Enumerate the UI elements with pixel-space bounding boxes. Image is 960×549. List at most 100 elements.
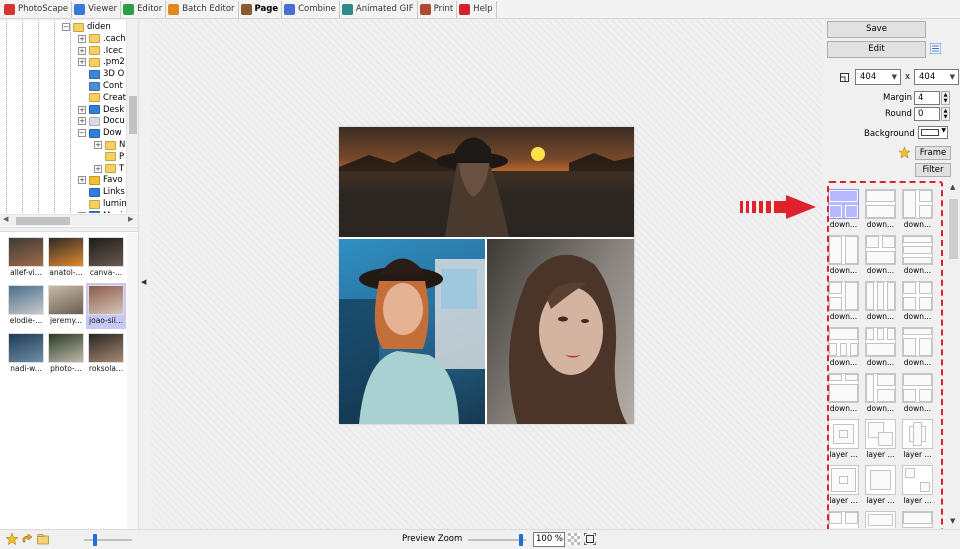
edit-button[interactable]: Edit: [827, 41, 926, 58]
tree-item-label: 3D O: [103, 69, 125, 80]
expand-icon[interactable]: +: [78, 46, 86, 55]
scrollbar-thumb[interactable]: [129, 96, 137, 134]
photo-thumbnail[interactable]: anatol-...: [46, 235, 86, 281]
frame-button[interactable]: Frame: [915, 146, 951, 160]
page-height-value: 404: [919, 72, 936, 82]
scroll-left-arrow-icon[interactable]: ◀: [3, 215, 8, 223]
tree-guide-line: [38, 20, 39, 213]
list-view-icon[interactable]: [930, 43, 941, 54]
tree-item[interactable]: + Music: [78, 210, 127, 213]
thumbnail-scrollbar[interactable]: [127, 233, 138, 529]
documents-icon: [89, 116, 100, 126]
tree-item[interactable]: + Favo: [78, 174, 123, 186]
tree-item[interactable]: Creat: [78, 92, 126, 104]
tab-animated-gif[interactable]: Animated GIF: [340, 0, 418, 18]
folder-tree[interactable]: − diden + .cach + .Icec + .pm2 3D O Cont Creat + Des…: [0, 20, 138, 213]
photo-slot-bottom-right[interactable]: [487, 239, 634, 424]
photo-thumbnail[interactable]: allef-vi...: [6, 235, 46, 281]
save-button[interactable]: Save: [827, 21, 926, 38]
filter-button[interactable]: Filter: [915, 163, 951, 177]
tree-vertical-scrollbar[interactable]: [126, 20, 138, 213]
page-height-select[interactable]: 404 ▼: [914, 69, 959, 85]
margin-stepper[interactable]: ▲ ▼: [941, 91, 950, 105]
tree-item[interactable]: Cont: [78, 80, 123, 92]
photo-thumbnail[interactable]: jeremy...: [46, 283, 86, 329]
folder-icon: [89, 199, 100, 209]
tree-item[interactable]: + .Icec: [78, 45, 123, 57]
collapse-icon[interactable]: −: [62, 23, 70, 31]
checker-grid-icon[interactable]: [568, 533, 580, 545]
panel-splitter[interactable]: ◀: [138, 20, 150, 529]
tab-viewer[interactable]: Viewer: [72, 0, 122, 18]
tree-item[interactable]: + .cach: [78, 33, 126, 45]
collapse-arrow-icon[interactable]: ◀: [141, 278, 146, 286]
rotate-icon[interactable]: [21, 533, 33, 545]
tree-item-label: diden: [87, 22, 111, 32]
round-stepper[interactable]: ▲ ▼: [941, 107, 950, 121]
tab-page[interactable]: Page: [239, 0, 283, 18]
margin-input[interactable]: 4: [914, 91, 940, 105]
expand-icon[interactable]: +: [78, 58, 86, 67]
tab-label: Help: [473, 4, 493, 14]
photo-thumbnail[interactable]: canva-...: [86, 235, 126, 281]
tree-item[interactable]: lumin: [78, 198, 127, 210]
tree-item[interactable]: + N: [94, 139, 125, 151]
scroll-right-arrow-icon[interactable]: ▶: [128, 215, 133, 223]
photo-slot-top[interactable]: [339, 127, 634, 237]
scrollbar-thumb[interactable]: [949, 199, 958, 259]
tree-item[interactable]: Links: [78, 186, 125, 198]
photo-thumbnail[interactable]: nadi-w...: [6, 331, 46, 377]
preview-zoom-slider[interactable]: [468, 534, 526, 546]
photo-thumbnail[interactable]: photo-...: [46, 331, 86, 377]
page-width-select[interactable]: 404 ▼: [855, 69, 901, 85]
photo-thumbnail[interactable]: roksola...: [86, 331, 126, 377]
tab-help[interactable]: Help: [457, 0, 497, 18]
slider-knob[interactable]: [92, 534, 97, 546]
photo-thumbnail[interactable]: elodie-...: [6, 283, 46, 329]
expand-icon[interactable]: +: [94, 164, 102, 173]
tree-item[interactable]: 3D O: [78, 68, 124, 80]
tree-item[interactable]: + .pm2: [78, 56, 125, 68]
tree-item[interactable]: − diden: [62, 21, 111, 33]
slider-knob[interactable]: [519, 534, 524, 546]
tree-item-label: Desk: [103, 104, 125, 115]
favorite-star-icon[interactable]: [6, 533, 18, 545]
tree-item[interactable]: + Desk: [78, 104, 124, 116]
tree-horizontal-scrollbar[interactable]: ◀ ▶: [0, 214, 138, 226]
tree-item-label: .Icec: [103, 45, 123, 56]
collapse-icon[interactable]: −: [78, 129, 86, 138]
expand-icon[interactable]: +: [78, 105, 86, 114]
round-input[interactable]: 0: [914, 107, 940, 121]
tab-batch-editor[interactable]: Batch Editor: [166, 0, 239, 18]
tab-editor[interactable]: Editor: [121, 0, 167, 18]
scrollbar-thumb[interactable]: [16, 217, 70, 225]
folder-open-icon[interactable]: [37, 533, 49, 545]
expand-icon[interactable]: +: [78, 211, 86, 213]
tab-combine[interactable]: Combine: [282, 0, 340, 18]
expand-icon[interactable]: +: [78, 34, 86, 43]
tab-label: Print: [433, 4, 454, 14]
scroll-down-arrow-icon[interactable]: ▼: [950, 517, 955, 525]
photo-thumbnail-list[interactable]: allef-vi... anatol-... canva-... elodie-...…: [0, 233, 138, 529]
tree-item[interactable]: − Dow: [78, 127, 122, 139]
tree-item[interactable]: + Docu: [78, 115, 125, 127]
background-label: Background: [864, 129, 915, 139]
photo-slot-bottom-left[interactable]: [339, 239, 485, 424]
page-preview[interactable]: [339, 127, 634, 424]
tab-photoscape[interactable]: PhotoScape: [2, 0, 73, 18]
tree-item-label: Links: [103, 187, 125, 198]
expand-icon[interactable]: +: [94, 141, 102, 149]
background-color-picker[interactable]: ▼: [918, 126, 948, 139]
tab-print[interactable]: Print: [418, 0, 458, 18]
thumbnail-size-slider[interactable]: [84, 534, 132, 546]
fit-to-window-icon[interactable]: [584, 533, 596, 545]
pane-divider[interactable]: [0, 227, 148, 232]
expand-icon[interactable]: +: [78, 117, 86, 126]
tree-item[interactable]: P: [94, 151, 124, 163]
photo-thumbnail[interactable]: joao-sil...: [86, 283, 126, 329]
expand-icon[interactable]: +: [78, 176, 86, 185]
zoom-value-field[interactable]: 100 %: [533, 532, 565, 547]
layout-grid-scrollbar[interactable]: ▲ ▼: [947, 181, 960, 529]
scroll-up-arrow-icon[interactable]: ▲: [950, 183, 955, 191]
tree-item[interactable]: + T: [94, 163, 124, 175]
